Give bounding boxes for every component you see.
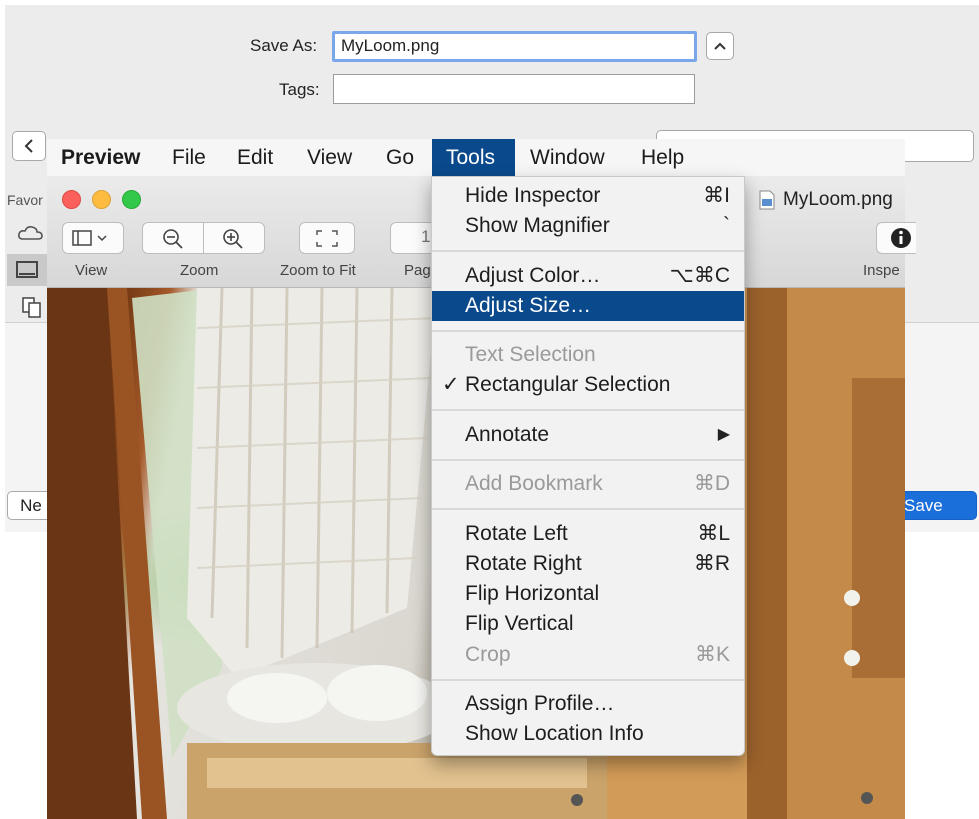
menu-item-crop[interactable]: Crop ⌘K	[432, 640, 744, 670]
menu-separator	[432, 508, 744, 510]
menu-separator	[432, 250, 744, 252]
menu-item-shortcut: ⌥⌘C	[669, 264, 730, 287]
page-label: Pag	[404, 262, 431, 279]
menu-view[interactable]: View	[293, 139, 366, 176]
zoom-label: Zoom	[180, 262, 219, 279]
menu-item-rotate-right[interactable]: Rotate Right ⌘R	[432, 549, 744, 579]
back-button[interactable]	[12, 131, 46, 161]
menu-item-label: Annotate	[465, 423, 550, 446]
zoom-in-icon[interactable]	[221, 227, 245, 251]
menu-item-shortcut: `	[723, 214, 730, 237]
zoom-to-fit-icon	[316, 230, 338, 247]
sidebar-item-selected[interactable]	[7, 254, 47, 286]
menu-window[interactable]: Window	[516, 139, 619, 176]
zoom-out-icon[interactable]	[161, 227, 185, 251]
inspector-button[interactable]	[876, 222, 916, 254]
menu-item-text-selection[interactable]: Text Selection	[432, 340, 744, 370]
zoom-to-fit-button[interactable]	[299, 222, 355, 254]
menu-item-shortcut: ⌘I	[703, 184, 730, 207]
save-as-field[interactable]: MyLoom.png	[332, 31, 697, 62]
menu-separator	[432, 459, 744, 461]
cloud-icon[interactable]	[17, 223, 45, 243]
menu-file[interactable]: File	[158, 139, 220, 176]
menu-separator	[432, 330, 744, 332]
info-icon	[891, 228, 911, 248]
new-folder-label: Ne	[20, 496, 42, 515]
menu-item-adjust-size[interactable]: Adjust Size…	[432, 291, 744, 321]
menu-item-label: Adjust Color…	[465, 264, 601, 287]
page-number-field[interactable]: 1	[390, 222, 435, 254]
view-menu-button[interactable]	[62, 222, 124, 254]
sidebar-icon	[72, 230, 107, 246]
save-button-label: Save	[904, 496, 943, 515]
menu-item-shortcut: ⌘K	[694, 643, 730, 666]
save-as-label: Save As:	[250, 36, 318, 55]
save-button[interactable]: Save	[893, 491, 977, 520]
menu-item-shortcut: ⌘R	[693, 552, 730, 575]
chevron-up-icon	[714, 42, 726, 50]
menu-go[interactable]: Go	[372, 139, 428, 176]
expand-dialog-button[interactable]	[706, 32, 734, 60]
menu-item-adjust-color[interactable]: Adjust Color… ⌥⌘C	[432, 261, 744, 291]
zoom-window-button[interactable]	[122, 190, 141, 209]
menu-item-label: Rotate Right	[465, 552, 582, 575]
menu-item-flip-vertical[interactable]: Flip Vertical	[432, 609, 744, 639]
menu-item-add-bookmark[interactable]: Add Bookmark ⌘D	[432, 469, 744, 499]
minimize-window-button[interactable]	[92, 190, 111, 209]
menu-item-label: Rotate Left	[465, 522, 568, 545]
menu-item-rotate-left[interactable]: Rotate Left ⌘L	[432, 519, 744, 549]
menu-item-label: Assign Profile…	[465, 692, 615, 715]
menu-separator	[432, 409, 744, 411]
documents-icon[interactable]	[20, 296, 46, 320]
page-number-value: 1	[421, 227, 431, 246]
menu-item-label: Text Selection	[465, 343, 596, 366]
menu-edit[interactable]: Edit	[223, 139, 287, 176]
menu-item-annotate[interactable]: Annotate ▶	[432, 420, 744, 450]
view-label: View	[75, 262, 108, 279]
menu-item-label: Hide Inspector	[465, 184, 601, 207]
zoom-to-fit-label: Zoom to Fit	[280, 262, 356, 279]
menu-item-rectangular-selection[interactable]: ✓ Rectangular Selection	[432, 370, 744, 400]
menu-item-shortcut: ⌘D	[693, 472, 730, 495]
tools-dropdown-menu: Hide Inspector ⌘I Show Magnifier ` Adjust …	[431, 176, 745, 756]
checkmark-icon: ✓	[442, 373, 460, 396]
chevron-left-icon	[24, 139, 33, 153]
menu-bar: Preview File Edit View Go Tools Window H…	[47, 139, 905, 176]
tags-field[interactable]	[333, 74, 695, 104]
menu-item-hide-inspector[interactable]: Hide Inspector ⌘I	[432, 181, 744, 211]
menu-item-label: Flip Vertical	[465, 612, 574, 635]
menu-item-label: Show Location Info	[465, 722, 644, 745]
menu-item-label: Show Magnifier	[465, 214, 610, 237]
menu-item-assign-profile[interactable]: Assign Profile…	[432, 689, 744, 719]
menu-tools[interactable]: Tools	[432, 139, 515, 176]
menu-item-shortcut: ⌘L	[697, 522, 730, 545]
menu-help[interactable]: Help	[627, 139, 698, 176]
menu-item-show-location-info[interactable]: Show Location Info	[432, 719, 744, 749]
inspector-label: Inspe	[863, 262, 900, 279]
menu-item-label: Adjust Size…	[465, 294, 592, 317]
tags-label: Tags:	[279, 80, 320, 99]
menu-item-label: Add Bookmark	[465, 472, 603, 495]
zoom-button-group	[142, 222, 265, 254]
png-file-icon	[759, 190, 775, 210]
menu-item-show-magnifier[interactable]: Show Magnifier `	[432, 211, 744, 241]
menu-preview[interactable]: Preview	[47, 139, 154, 176]
menu-item-label: Flip Horizontal	[465, 582, 600, 605]
menu-item-label: Crop	[465, 643, 511, 666]
sidebar-header-favorites: Favor	[7, 192, 43, 208]
close-window-button[interactable]	[62, 190, 81, 209]
desktop-icon	[16, 261, 38, 278]
submenu-arrow-icon: ▶	[717, 426, 730, 443]
menu-item-label: Rectangular Selection	[465, 373, 671, 396]
menu-item-flip-horizontal[interactable]: Flip Horizontal	[432, 579, 744, 609]
menu-separator	[432, 679, 744, 681]
window-title: MyLoom.png	[783, 189, 893, 210]
